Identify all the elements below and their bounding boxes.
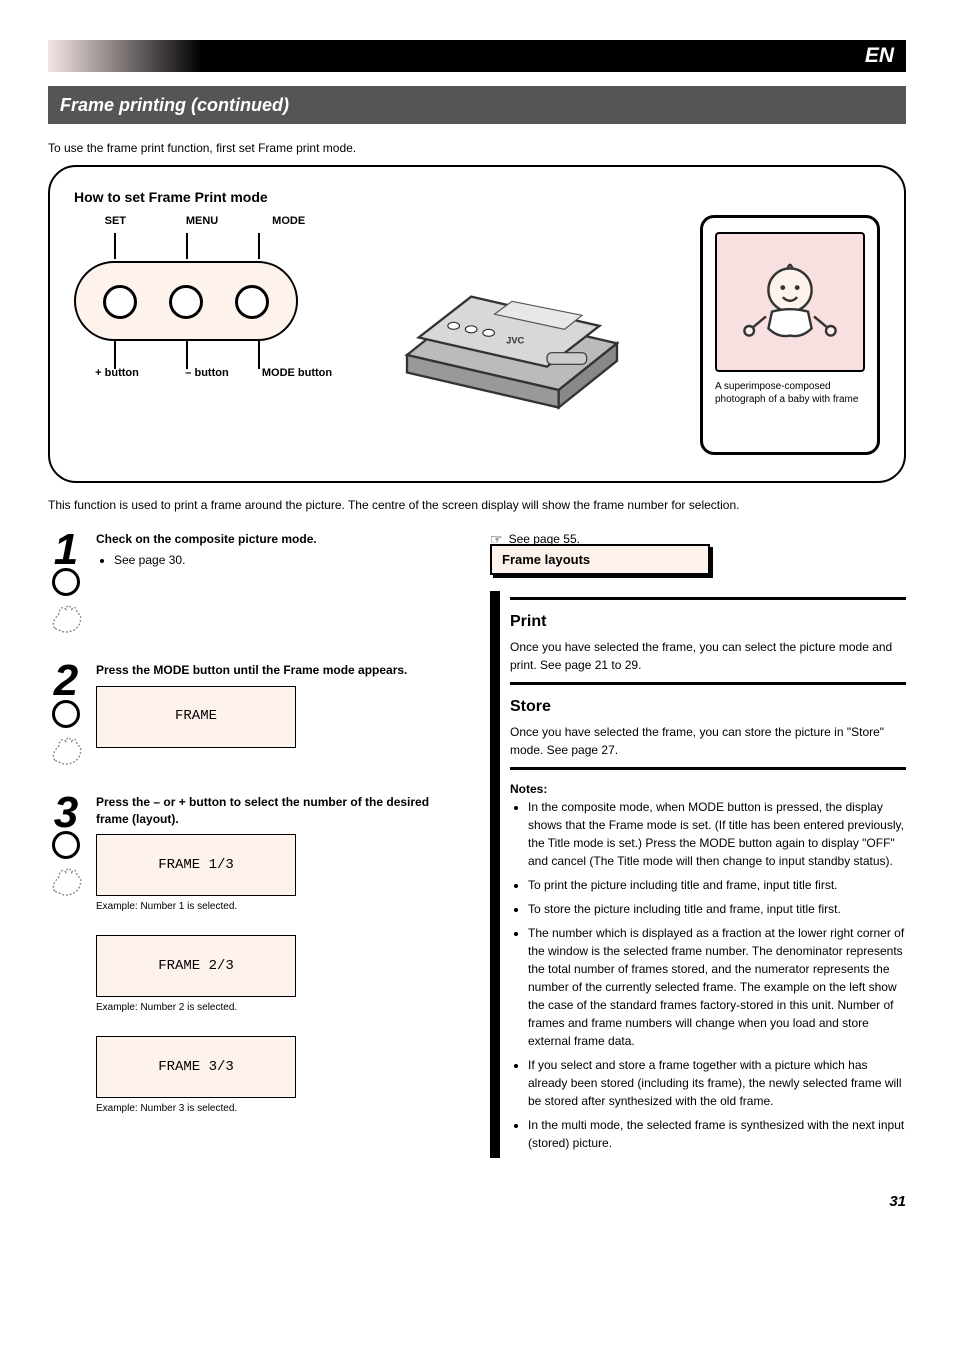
btn-label-set: SET (80, 215, 151, 227)
step-3: 3 Press the – or + button to select the … (48, 794, 464, 1116)
step3-lcd-2: FRAME 2/3 (96, 935, 296, 997)
howto-box: How to set Frame Print mode SET MENU MOD… (48, 165, 906, 483)
baby-icon (730, 254, 850, 350)
rule-top (510, 597, 906, 600)
section-title: Frame printing (continued) (60, 95, 289, 116)
note-item: If you select and store a frame together… (528, 1056, 906, 1110)
section-title-bar: Frame printing (continued) (48, 86, 906, 124)
step1-bullet: See page 30. (114, 552, 464, 569)
step-number-3: 3 (54, 794, 78, 831)
print-body: Once you have selected the frame, you ca… (510, 638, 906, 674)
see-page-text: See page 55. (509, 532, 580, 546)
box-heading: How to set Frame Print mode (74, 189, 880, 205)
set-button-icon (103, 285, 137, 319)
step3-lcd-3: FRAME 3/3 (96, 1036, 296, 1098)
finger-icon (47, 600, 85, 634)
step3-cap-1: Example: Number 1 is selected. (96, 900, 296, 913)
note-item: To print the picture including title and… (528, 876, 906, 894)
top-banner: EN (48, 40, 906, 72)
page-number: 31 (889, 1193, 906, 1210)
sidebar-strip (490, 591, 500, 1158)
step2-title: Press the MODE button until the Frame mo… (96, 663, 407, 677)
step3-lcd-1: FRAME 1/3 (96, 834, 296, 896)
right-column: ☞ See page 55. Frame layouts Print Once … (490, 531, 906, 1168)
note-item: In the composite mode, when MODE button … (528, 798, 906, 870)
photo-panel: A superimpose-composed photograph of a b… (700, 215, 880, 455)
printer-icon: JVC (372, 215, 652, 425)
svg-text:JVC: JVC (506, 336, 524, 346)
step-number-1: 1 (54, 531, 78, 568)
btn-label-menu: MENU (167, 215, 238, 227)
notes-section: Notes: In the composite mode, when MODE … (510, 780, 906, 1152)
step3-cap-3: Example: Number 3 is selected. (96, 1102, 296, 1115)
step3-title: Press the – or + button to select the nu… (96, 795, 429, 826)
button-bubble (74, 261, 298, 341)
note-item: The number which is displayed as a fract… (528, 924, 906, 1050)
photo-image (715, 232, 865, 372)
print-heading: Print (510, 610, 906, 634)
step-number-2: 2 (54, 662, 78, 699)
notes-heading: Notes: (510, 782, 547, 796)
btn-label-modebtn: MODE button (260, 367, 334, 379)
btn-label-mode: MODE (253, 215, 324, 227)
menu-button-icon (169, 285, 203, 319)
finger-icon (47, 863, 85, 897)
mode-button-icon (235, 285, 269, 319)
step-1: 1 Check on the composite picture mode. S… (48, 531, 464, 634)
step-2: 2 Press the MODE button until the Frame … (48, 662, 464, 765)
step3-cap-2: Example: Number 2 is selected. (96, 1001, 296, 1014)
step2-lcd: FRAME (96, 686, 296, 748)
btn-label-plus: + button (80, 367, 154, 379)
step2-button-icon (52, 700, 80, 728)
step1-button-icon (52, 568, 80, 596)
note-item: In the multi mode, the selected frame is… (528, 1116, 906, 1152)
photo-caption: A superimpose-composed photograph of a b… (715, 380, 865, 442)
rule-bot (510, 767, 906, 770)
pointer-icon: ☞ (490, 531, 503, 548)
rule-mid (510, 682, 906, 685)
frame-layouts-box: Frame layouts (490, 544, 710, 575)
frame-intro: To use the frame print function, first s… (48, 140, 906, 157)
finger-icon (47, 732, 85, 766)
note-item: To store the picture including title and… (528, 900, 906, 918)
step1-title: Check on the composite picture mode. (96, 532, 317, 546)
printer-illustration: JVC (340, 215, 684, 425)
banner-en: EN (865, 44, 894, 68)
button-callout: SET MENU MODE (74, 215, 324, 425)
step3-button-icon (52, 831, 80, 859)
btn-label-minus: – button (170, 367, 244, 379)
purpose-text: This function is used to print a frame a… (48, 497, 906, 514)
store-body: Once you have selected the frame, you ca… (510, 723, 906, 759)
left-column: 1 Check on the composite picture mode. S… (48, 531, 464, 1168)
store-heading: Store (510, 695, 906, 719)
